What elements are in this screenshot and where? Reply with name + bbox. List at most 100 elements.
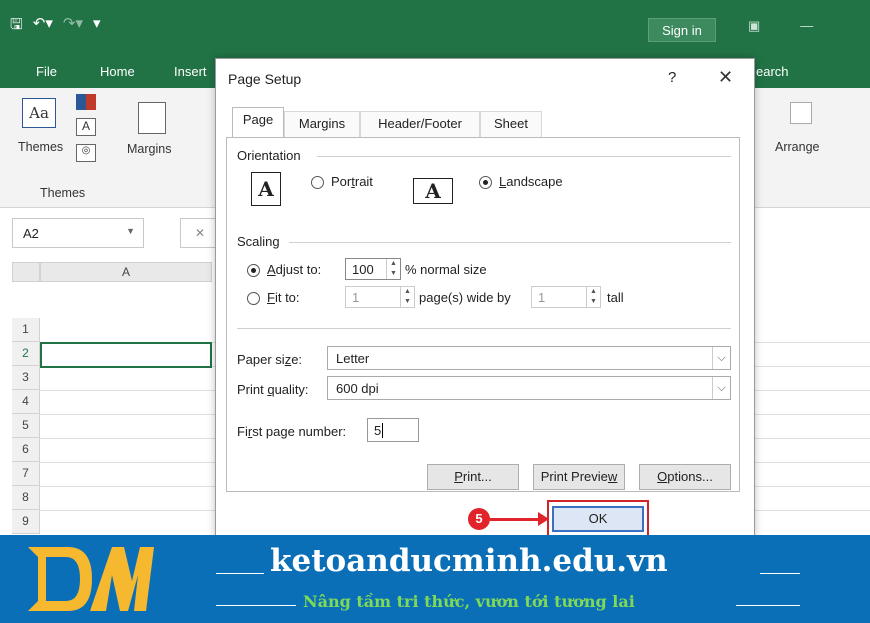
chevron-down-icon[interactable]: ⌵ [712, 377, 730, 399]
tab-page[interactable]: Page [232, 107, 284, 138]
fit-wide-spinner[interactable]: 1 ▲ ▼ [345, 286, 415, 308]
fit-tall-spinner[interactable]: 1 ▲ ▼ [531, 286, 601, 308]
decor-line [216, 605, 296, 606]
portrait-page-icon: A [251, 172, 281, 206]
themes-icon[interactable]: Aa [22, 98, 56, 128]
decor-line [216, 573, 264, 574]
ribbon-display-icon[interactable]: ▣ [748, 18, 760, 34]
page-tab-panel: Orientation A Portrait A Landscape Scali… [226, 137, 740, 492]
tab-insert[interactable]: Insert [174, 64, 207, 79]
print-button[interactable]: Print... [427, 464, 519, 490]
fit-to-radio[interactable] [247, 292, 260, 305]
effects-icon[interactable]: ◎ [76, 144, 96, 162]
row-header[interactable]: 6 [12, 438, 40, 462]
site-slogan: Nâng tầm tri thức, vươn tới tương lai [303, 592, 635, 611]
portrait-label[interactable]: Portrait [331, 174, 373, 189]
text-caret [382, 423, 383, 438]
first-page-number-value: 5 [374, 423, 382, 438]
print-quality-value: 600 dpi [336, 381, 379, 396]
sign-in-button[interactable]: Sign in [648, 18, 716, 42]
first-page-number-label: First page number: [237, 424, 347, 439]
normal-size-label: % normal size [405, 262, 487, 277]
pages-wide-by-label: page(s) wide by [419, 290, 511, 305]
colors-icon[interactable] [76, 94, 96, 110]
tall-label: tall [607, 290, 624, 305]
help-button[interactable]: ? [668, 69, 676, 86]
tab-sheet[interactable]: Sheet [480, 111, 542, 137]
decor-line [760, 573, 800, 574]
row-header[interactable]: 1 [12, 318, 40, 342]
landscape-label[interactable]: Landscape [499, 174, 563, 189]
name-box[interactable]: A2 ▼ [12, 218, 144, 248]
scaling-label: Scaling [237, 234, 280, 249]
tab-header-footer[interactable]: Header/Footer [360, 111, 480, 137]
divider [317, 156, 731, 157]
arrange-icon[interactable] [790, 102, 812, 124]
cancel-formula-icon[interactable]: ✕ [180, 218, 220, 248]
dialog-title: Page Setup [228, 71, 302, 87]
quick-access-toolbar: 🖫 ↶▾ ↷▾ ▾ [10, 14, 101, 39]
window-controls: ▣ — [748, 18, 813, 34]
paper-size-label: Paper size: [237, 352, 303, 367]
decor-line [736, 605, 800, 606]
spinner-arrows-icon[interactable]: ▲ ▼ [400, 287, 414, 307]
tell-me-search[interactable]: earch [756, 64, 789, 79]
select-all-corner[interactable] [12, 262, 40, 282]
adjust-to-radio[interactable] [247, 264, 260, 277]
row-header[interactable]: 9 [12, 510, 40, 534]
fit-tall-value: 1 [538, 290, 546, 305]
row-header[interactable]: 7 [12, 462, 40, 486]
landscape-page-icon: A [413, 178, 453, 204]
landscape-radio[interactable] [479, 176, 492, 189]
close-icon[interactable]: ✕ [718, 67, 733, 88]
orientation-label: Orientation [237, 148, 301, 163]
chevron-down-icon[interactable]: ⌵ [712, 347, 730, 369]
site-banner: ketoanducminh.edu.vn Nâng tầm tri thức, … [0, 535, 870, 623]
undo-icon[interactable]: ↶▾ [33, 14, 53, 39]
redo-icon[interactable]: ↷▾ [63, 14, 83, 39]
adjust-percent-spinner[interactable]: 100 ▲ ▼ [345, 258, 401, 280]
fit-wide-value: 1 [352, 290, 360, 305]
row-header[interactable]: 5 [12, 414, 40, 438]
print-quality-select[interactable]: 600 dpi ⌵ [327, 376, 731, 400]
row-header[interactable]: 3 [12, 366, 40, 390]
margins-button-label[interactable]: Margins [127, 142, 171, 156]
portrait-radio[interactable] [311, 176, 324, 189]
paper-size-select[interactable]: Letter ⌵ [327, 346, 731, 370]
arrow-line [490, 518, 540, 521]
print-quality-label: Print quality: [237, 382, 309, 397]
step-number-badge: 5 [468, 508, 490, 530]
row-header[interactable]: 4 [12, 390, 40, 414]
paper-size-value: Letter [336, 351, 370, 366]
row-header[interactable]: 8 [12, 486, 40, 510]
tab-margins[interactable]: Margins [284, 111, 360, 137]
excel-title-bar: 🖫 ↶▾ ↷▾ ▾ Sign in ▣ — [0, 0, 870, 58]
ducminh-logo-icon [28, 547, 154, 611]
customize-qat-icon[interactable]: ▾ [93, 14, 101, 39]
row-header[interactable]: 2 [12, 342, 40, 366]
adjust-to-label[interactable]: Adjust to: [267, 262, 321, 277]
adjust-percent-value: 100 [352, 262, 374, 277]
divider [289, 242, 731, 243]
tab-home[interactable]: Home [100, 64, 135, 79]
spinner-arrows-icon[interactable]: ▲ ▼ [586, 287, 600, 307]
chevron-down-icon[interactable]: ▼ [126, 226, 135, 236]
margins-icon[interactable] [138, 102, 166, 134]
save-icon[interactable]: 🖫 [10, 14, 23, 39]
fit-to-label[interactable]: Fit to: [267, 290, 300, 305]
spinner-arrows-icon[interactable]: ▲ ▼ [386, 259, 400, 279]
themes-button-label[interactable]: Themes [18, 140, 63, 154]
options-button[interactable]: Options... [639, 464, 731, 490]
first-page-number-input[interactable]: 5 [367, 418, 419, 442]
tab-file[interactable]: File [36, 64, 57, 79]
ok-button[interactable]: OK [552, 506, 644, 532]
fonts-icon[interactable]: A [76, 118, 96, 136]
print-preview-button[interactable]: Print Preview [533, 464, 625, 490]
name-box-value: A2 [23, 226, 39, 241]
column-header-a[interactable]: A [40, 262, 212, 282]
arrange-button-label[interactable]: Arrange [775, 140, 819, 154]
selected-cell-a2[interactable] [40, 342, 212, 368]
divider [237, 328, 731, 329]
page-setup-dialog: Page Setup ? ✕ Page Margins Header/Foote… [215, 58, 755, 538]
minimize-icon[interactable]: — [800, 18, 813, 34]
